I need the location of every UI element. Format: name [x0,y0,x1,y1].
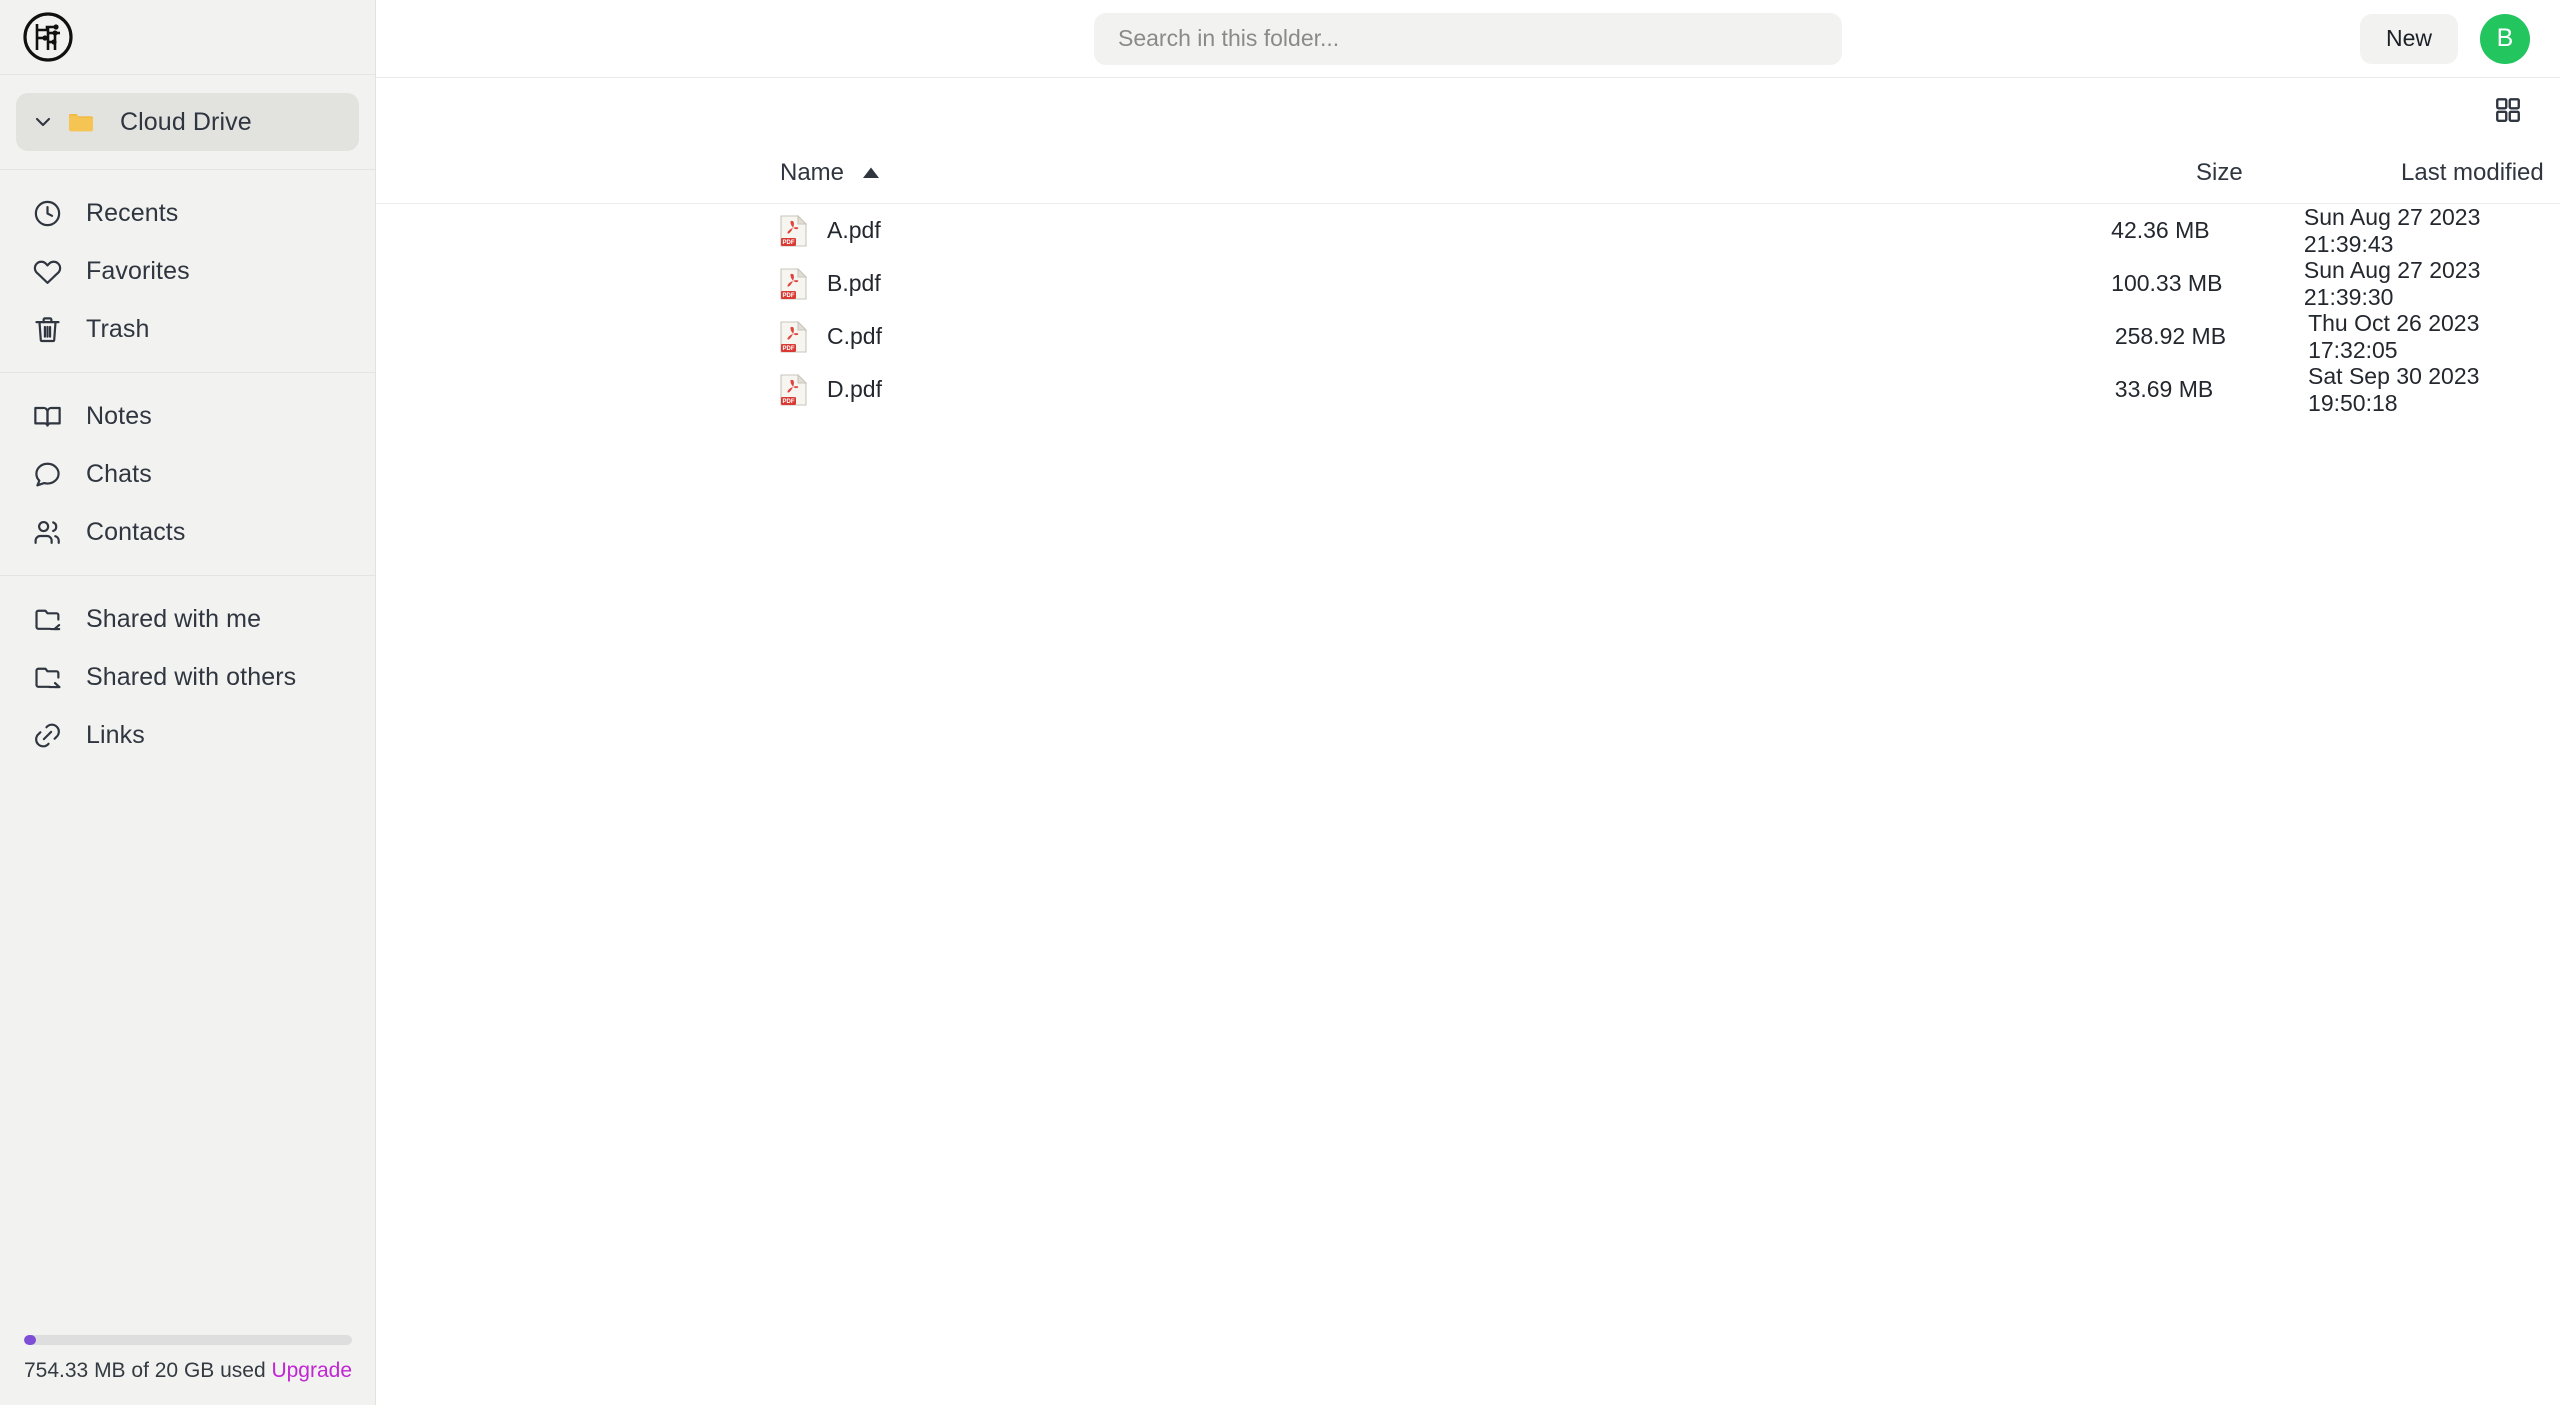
folder-in-icon [30,602,64,636]
table-row[interactable]: PDF A.pdf 42.36 MB Sun Aug 27 2023 21:39:43 [376,204,2560,257]
sidebar-item-label: Shared with me [86,604,262,633]
chevron-down-icon[interactable] [30,110,56,134]
pdf-file-icon: PDF [780,320,807,353]
file-name-label: D.pdf [827,376,882,402]
sidebar: Cloud Drive Recents Favorites Trash Note… [0,0,376,1405]
pdf-file-icon: PDF [780,267,807,300]
main-content: New B Name Size Last modified PDF A.pdf 42… [376,0,2560,1405]
column-header-name-label: Name [780,158,845,186]
column-header-name[interactable]: Name [780,159,2196,187]
folder-icon [64,105,98,139]
clock-icon [30,196,64,230]
sidebar-item-chats[interactable]: Chats [16,445,359,503]
cell-file-size: 42.36 MB [2111,217,2210,243]
sidebar-item-label: Links [86,720,145,749]
storage-usage-text: 754.33 MB of 20 GB used [24,1359,266,1382]
sidebar-item-contacts[interactable]: Contacts [16,503,359,561]
cell-file-name: PDF B.pdf [780,267,2111,300]
heart-icon [30,254,64,288]
sidebar-item-label: Recents [86,198,179,227]
file-table: Name Size Last modified PDF A.pdf 42.36 MB… [376,142,2560,416]
storage-section: 754.33 MB of 20 GB used Upgrade [0,1335,376,1405]
sidebar-item-label: Cloud Drive [120,107,252,136]
column-header-last-modified[interactable]: Last modified [2401,159,2560,187]
storage-info-row: 754.33 MB of 20 GB used Upgrade [24,1359,352,1383]
sidebar-group-library: Recents Favorites Trash [0,169,375,372]
table-row[interactable]: PDF B.pdf 100.33 MB Sun Aug 27 2023 21:39:3… [376,257,2560,310]
sidebar-item-shared-with-me[interactable]: Shared with me [16,590,359,648]
upgrade-link[interactable]: Upgrade [271,1359,352,1383]
logo-row [0,0,375,75]
sort-ascending-icon [862,166,880,179]
sidebar-item-label: Chats [86,459,152,488]
cell-last-modified: Sun Aug 27 2023 21:39:43 [2303,203,2481,257]
top-bar: New B [376,0,2560,78]
sidebar-item-notes[interactable]: Notes [16,387,359,445]
search-input[interactable] [1094,12,1842,65]
sidebar-item-label: Favorites [86,256,190,285]
cell-file-name: PDF D.pdf [780,373,2115,406]
grid-view-icon[interactable] [2489,91,2527,129]
book-icon [30,399,64,433]
new-button[interactable]: New [2359,13,2458,64]
view-options-bar [376,78,2560,142]
sidebar-item-favorites[interactable]: Favorites [16,242,359,300]
file-name-label: B.pdf [827,270,881,296]
table-row[interactable]: PDF D.pdf 33.69 MB Sat Sep 30 2023 19:50:18 [376,363,2560,416]
cell-file-size: 100.33 MB [2111,270,2223,296]
storage-progress-fill [24,1335,37,1345]
cell-last-modified: Sat Sep 30 2023 19:50:18 [2308,362,2480,416]
table-body: PDF A.pdf 42.36 MB Sun Aug 27 2023 21:39:43… [376,204,2560,416]
trash-icon [30,312,64,346]
cell-file-name: PDF A.pdf [780,214,2111,247]
svg-text:PDF: PDF [783,240,795,246]
sidebar-group-apps: Notes Chats Contacts [0,372,375,575]
svg-text:PDF: PDF [783,346,795,352]
file-name-label: C.pdf [827,323,882,349]
logo-icon [23,12,73,62]
sidebar-item-recents[interactable]: Recents [16,184,359,242]
fileturtle-logo[interactable] [22,11,74,63]
cell-last-modified: Sun Aug 27 2023 21:39:30 [2303,256,2481,310]
cell-last-modified: Thu Oct 26 2023 17:32:05 [2308,309,2480,363]
sidebar-item-label: Contacts [86,517,186,546]
sidebar-item-label: Trash [86,314,150,343]
link-icon [30,718,64,752]
cell-file-size: 33.69 MB [2114,376,2214,402]
sidebar-item-cloud-drive[interactable]: Cloud Drive [16,93,359,151]
file-name-label: A.pdf [827,217,881,243]
table-row[interactable]: PDF C.pdf 258.92 MB Thu Oct 26 2023 17:32:0… [376,310,2560,363]
sidebar-item-trash[interactable]: Trash [16,300,359,358]
app-root: Cloud Drive Recents Favorites Trash Note… [0,0,2560,1405]
storage-progress-track [24,1335,352,1345]
sidebar-item-shared-with-others[interactable]: Shared with others [16,648,359,706]
search-wrapper [1094,12,1842,65]
pdf-file-icon: PDF [780,214,807,247]
column-header-size[interactable]: Size [2196,159,2401,187]
sidebar-item-label: Notes [86,401,152,430]
folder-out-icon [30,660,64,694]
sidebar-root-section: Cloud Drive [0,75,375,169]
top-bar-actions: New B [2359,13,2530,64]
avatar[interactable]: B [2480,13,2530,64]
users-icon [30,515,64,549]
svg-text:PDF: PDF [783,399,795,405]
cell-file-size: 258.92 MB [2114,323,2227,349]
chat-bubble-icon [30,457,64,491]
cell-file-name: PDF C.pdf [780,320,2115,353]
pdf-file-icon: PDF [780,373,807,406]
sidebar-group-sharing: Shared with me Shared with others Links [0,575,375,778]
svg-text:PDF: PDF [783,293,795,299]
sidebar-item-links[interactable]: Links [16,706,359,764]
sidebar-item-label: Shared with others [86,662,297,691]
table-header-row: Name Size Last modified [376,142,2560,204]
